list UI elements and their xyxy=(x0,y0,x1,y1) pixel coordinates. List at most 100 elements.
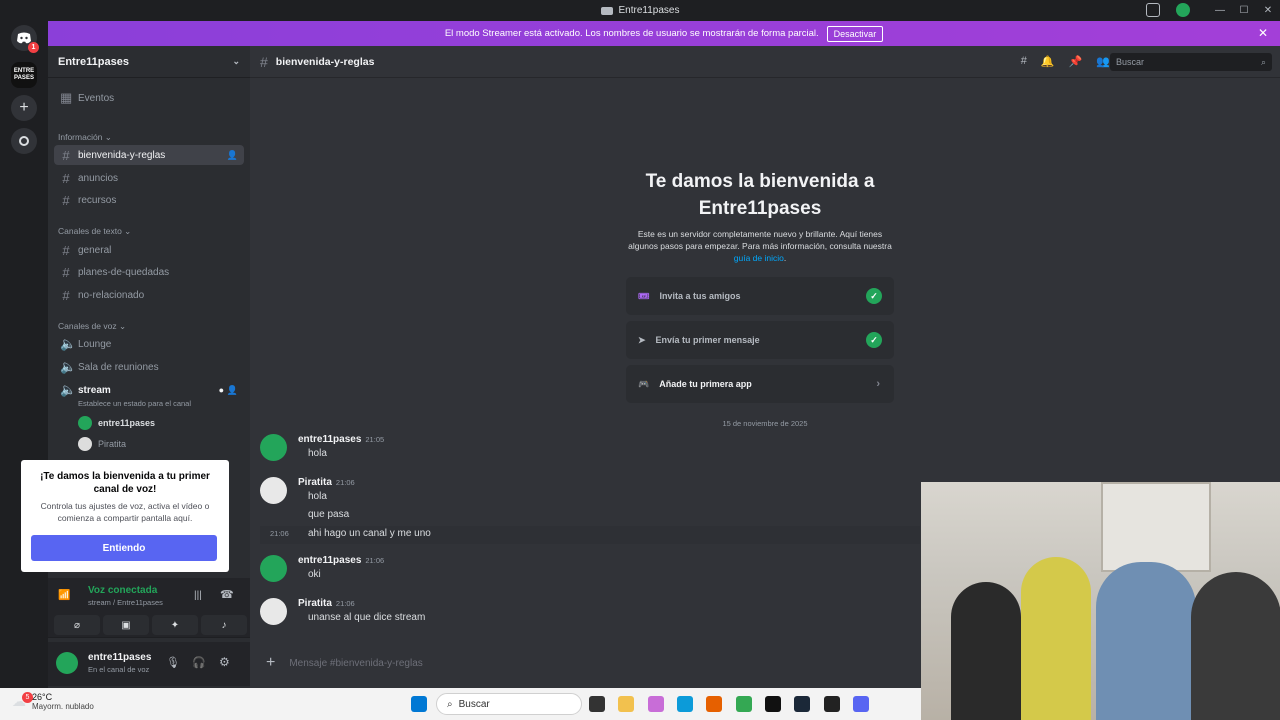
avatar[interactable] xyxy=(260,434,287,461)
microphone-icon[interactable]: 🎙 xyxy=(166,656,180,669)
disable-streamer-button[interactable]: Desactivar xyxy=(826,25,884,42)
channel-title: bienvenida-y-reglas xyxy=(275,55,375,68)
chevron-down-icon: ⌄ xyxy=(232,56,240,66)
category-voice[interactable]: Canales de voz ⌄ xyxy=(58,321,126,332)
avatar[interactable] xyxy=(260,477,287,504)
gear-icon[interactable]: ⚙ xyxy=(219,655,230,669)
voice-channel-lounge[interactable]: 🔈 Lounge xyxy=(54,334,244,354)
taskbar-search[interactable]: ⌕ Buscar xyxy=(436,693,582,715)
message-text: oki xyxy=(308,569,321,580)
copilot-icon[interactable] xyxy=(648,696,664,712)
edge-icon[interactable] xyxy=(677,696,693,712)
soundboard-icon: ♪ xyxy=(221,619,227,631)
direct-messages-button[interactable]: 1 xyxy=(11,25,39,53)
minimize-button[interactable]: — xyxy=(1208,5,1232,16)
hash-icon: # xyxy=(62,170,70,186)
voice-channel-stream[interactable]: 🔈 stream ● 👤 xyxy=(54,380,244,400)
discord-icon[interactable] xyxy=(853,696,869,712)
guide-link[interactable]: guía de inicio xyxy=(734,253,784,263)
voice-user[interactable]: entre11pases xyxy=(78,416,155,430)
message-author[interactable]: Piratita 21:06 xyxy=(298,598,355,609)
headphones-icon[interactable]: 🎧 xyxy=(192,656,206,669)
message-author[interactable]: entre11pases 21:05 xyxy=(298,434,384,445)
channel-anuncios[interactable]: # anuncios xyxy=(54,168,244,188)
send-icon: ➤ xyxy=(638,334,646,345)
disconnect-icon[interactable]: ☎ xyxy=(220,588,234,601)
popup-title: ¡Te damos la bienvenida a tu primer cana… xyxy=(40,471,210,495)
weather-widget[interactable]: ☁ 5 26°C Mayorm. nublado xyxy=(12,692,94,711)
task-view-icon[interactable] xyxy=(589,696,605,712)
entiendo-button[interactable]: Entiendo xyxy=(31,535,217,561)
voice-user[interactable]: Piratita xyxy=(78,437,126,451)
members-icon[interactable]: 👥 xyxy=(1096,55,1110,68)
avatar[interactable] xyxy=(260,555,287,582)
message-author[interactable]: Piratita 21:06 xyxy=(298,477,355,488)
window-title: Entre11pases xyxy=(618,5,680,16)
activities-icon: ✦ xyxy=(170,619,180,631)
category-text[interactable]: Canales de texto ⌄ xyxy=(58,226,131,237)
help-icon[interactable] xyxy=(1176,3,1190,17)
file-explorer-icon[interactable] xyxy=(618,696,634,712)
share-screen-button[interactable]: ▣ xyxy=(103,615,149,635)
avatar[interactable] xyxy=(260,598,287,625)
message-input[interactable]: Mensaje #bienvenida-y-reglas xyxy=(289,658,422,669)
step-app[interactable]: 🎮 Añade tu primera app › xyxy=(626,365,894,403)
maximize-button[interactable]: ☐ xyxy=(1232,5,1256,16)
channel-recursos[interactable]: # recursos xyxy=(54,190,244,210)
avatar[interactable] xyxy=(56,652,78,674)
message-author[interactable]: entre11pases 21:06 xyxy=(298,555,384,566)
server-entre11pases[interactable]: ENTRE PASES xyxy=(11,62,37,88)
chrome-icon[interactable] xyxy=(736,696,752,712)
invite-icon[interactable]: 👤 xyxy=(227,385,238,396)
bell-icon[interactable]: 🔔 xyxy=(1041,55,1055,68)
invite-icon[interactable]: 👤 xyxy=(227,150,238,161)
popup-body: Controla tus ajustes de voz, activa el v… xyxy=(40,501,210,523)
invite-friends-icon: 🎟 xyxy=(638,290,650,301)
obs-icon[interactable] xyxy=(824,696,840,712)
step-invite[interactable]: 🎟 Invita a tus amigos ✓ xyxy=(626,277,894,315)
chat-icon[interactable]: ● xyxy=(219,385,224,395)
screen-share-icon: ▣ xyxy=(121,619,131,631)
add-server-button[interactable]: + xyxy=(11,95,37,121)
speaker-icon: 🔈 xyxy=(60,336,77,351)
close-banner-button[interactable]: ✕ xyxy=(1258,26,1268,40)
username[interactable]: entre11pases xyxy=(88,652,151,663)
server-list: 1 ENTRE PASES + xyxy=(0,21,48,688)
streamer-banner-text: El modo Streamer está activado. Los nomb… xyxy=(444,28,819,39)
threads-icon[interactable]: # xyxy=(1021,55,1027,68)
screen-share-icon[interactable] xyxy=(1146,3,1160,17)
hash-icon: # xyxy=(62,192,70,208)
voice-status[interactable]: Voz conectada xyxy=(88,585,157,596)
compass-icon xyxy=(19,136,29,146)
camera-button[interactable]: ⌀ xyxy=(54,615,100,635)
windows-start-icon[interactable] xyxy=(411,696,427,712)
close-window-button[interactable]: ✕ xyxy=(1256,5,1280,16)
message-composer[interactable]: + Mensaje #bienvenida-y-reglas xyxy=(260,650,920,676)
server-header[interactable]: Entre11pases ⌄ xyxy=(48,46,250,78)
voice-status-hint[interactable]: Establece un estado para el canal xyxy=(78,399,191,408)
signal-icon: 📶 xyxy=(58,590,71,601)
steam-icon[interactable] xyxy=(794,696,810,712)
voice-channel-sala[interactable]: 🔈 Sala de reuniones xyxy=(54,357,244,377)
search-input[interactable]: Buscar ⌕ xyxy=(1110,53,1272,71)
activities-button[interactable]: ✦ xyxy=(152,615,198,635)
voice-location[interactable]: stream / Entre11pases xyxy=(88,598,163,607)
person xyxy=(1096,562,1196,720)
channel-general[interactable]: # general xyxy=(54,240,244,260)
noise-suppression-icon[interactable]: ||| xyxy=(194,590,202,601)
step-message[interactable]: ➤ Envía tu primer mensaje ✓ xyxy=(626,321,894,359)
add-attachment-icon[interactable]: + xyxy=(266,654,275,672)
channel-no-relacionado[interactable]: # no-relacionado xyxy=(54,285,244,305)
pin-icon[interactable]: 📌 xyxy=(1069,55,1083,68)
events-item[interactable]: ▦ Eventos xyxy=(54,88,244,108)
firefox-icon[interactable] xyxy=(706,696,722,712)
kick-icon[interactable] xyxy=(765,696,781,712)
channel-bienvenida-y-reglas[interactable]: # bienvenida-y-reglas 👤 xyxy=(54,145,244,165)
soundboard-button[interactable]: ♪ xyxy=(201,615,247,635)
check-icon: ✓ xyxy=(866,332,882,348)
channel-planes-de-quedadas[interactable]: # planes-de-quedadas xyxy=(54,262,244,282)
hash-icon: # xyxy=(260,53,268,70)
category-info[interactable]: Información ⌄ xyxy=(58,132,112,143)
explore-servers-button[interactable] xyxy=(11,128,37,154)
message[interactable]: 21:06 ahi hago un canal y me uno xyxy=(260,526,920,544)
